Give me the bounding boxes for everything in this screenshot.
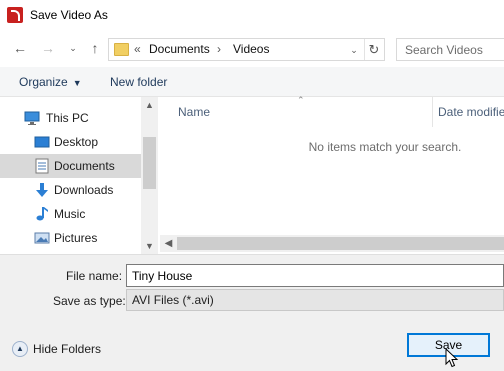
file-name-label: File name: [66, 269, 123, 283]
up-arrow-icon[interactable]: ↑ [86, 39, 104, 57]
organize-button[interactable]: Organize ▼ [19, 75, 82, 89]
nav-label-downloads: Downloads [54, 183, 114, 197]
horizontal-scroll-thumb[interactable] [177, 237, 504, 250]
nav-item-music[interactable]: Music [0, 202, 141, 226]
nav-item-pictures[interactable]: Pictures [0, 226, 141, 250]
refresh-icon[interactable]: ↻ [364, 39, 383, 60]
nav-label-this-pc: This PC [46, 111, 89, 125]
save-as-type-label: Save as type: [53, 294, 126, 308]
new-folder-button[interactable]: New folder [110, 75, 167, 89]
address-bar-row: ← → ⌄ ↑ « Documents › Videos ⌄ ↻ Search … [0, 31, 504, 67]
nav-item-documents[interactable]: Documents [0, 154, 141, 178]
forward-arrow-icon[interactable]: → [39, 39, 57, 57]
nav-scroll-thumb[interactable] [143, 137, 156, 189]
address-path[interactable]: « Documents › Videos ⌄ ↻ [108, 38, 385, 61]
organize-label: Organize [19, 75, 68, 89]
column-header-name[interactable]: Name [178, 105, 210, 119]
breadcrumb-documents[interactable]: Documents [149, 42, 210, 56]
empty-message: No items match your search. [308, 140, 462, 154]
search-input[interactable]: Search Videos [396, 38, 504, 61]
save-form: File name: Save as type: AVI Files (*.av… [0, 254, 504, 371]
pc-icon [24, 111, 40, 125]
title-bar: Save Video As [0, 0, 504, 31]
scroll-left-icon[interactable]: ◀ [160, 235, 177, 252]
command-toolbar: Organize ▼ New folder [0, 67, 504, 97]
sort-ascending-icon: ⌃ [297, 95, 305, 105]
back-arrow-icon[interactable]: ← [11, 39, 29, 57]
address-dropdown-chevron-icon[interactable]: ⌄ [346, 41, 362, 59]
scroll-down-icon[interactable]: ▼ [141, 238, 158, 254]
nav-label-pictures: Pictures [54, 231, 98, 245]
nav-item-downloads[interactable]: Downloads [0, 178, 141, 202]
file-list-pane: ⌃ Name Date modified No items match your… [160, 95, 504, 254]
documents-icon [35, 158, 49, 174]
music-note-icon [36, 207, 48, 221]
nav-label-documents: Documents [54, 159, 115, 173]
scroll-up-icon[interactable]: ▲ [141, 97, 158, 113]
breadcrumb-separator[interactable]: › [217, 42, 221, 56]
nav-vertical-scrollbar[interactable]: ▲ ▼ [141, 97, 158, 254]
nav-item-this-pc[interactable]: This PC [0, 106, 141, 130]
window-title: Save Video As [30, 8, 108, 22]
nav-label-desktop: Desktop [54, 135, 99, 149]
breadcrumb-videos[interactable]: Videos [233, 42, 269, 56]
search-placeholder: Search Videos [405, 43, 483, 57]
pictures-icon [34, 232, 50, 244]
nav-label-music: Music [54, 207, 86, 221]
recent-locations-chevron-icon[interactable]: ⌄ [64, 39, 82, 57]
crumb-overflow[interactable]: « [134, 42, 141, 56]
folder-icon [114, 43, 129, 56]
file-name-input[interactable] [126, 264, 504, 287]
column-divider[interactable] [432, 97, 433, 127]
hide-folders-label: Hide Folders [33, 342, 102, 356]
mouse-cursor-icon [445, 348, 459, 368]
save-as-type-select[interactable]: AVI Files (*.avi) [126, 289, 504, 311]
download-arrow-icon [36, 183, 48, 197]
caret-down-icon: ▼ [72, 78, 82, 88]
app-icon [7, 7, 23, 23]
column-header-row: ⌃ Name Date modified [160, 95, 504, 127]
navigation-pane: This PC Desktop Documents Downloads Musi… [0, 97, 158, 254]
horizontal-scrollbar[interactable]: ◀ [160, 235, 504, 252]
nav-item-desktop[interactable]: Desktop [0, 130, 141, 154]
column-header-date-modified[interactable]: Date modified [438, 105, 504, 119]
chevron-up-circle-icon: ▲ [12, 341, 28, 357]
desktop-icon [34, 136, 50, 148]
